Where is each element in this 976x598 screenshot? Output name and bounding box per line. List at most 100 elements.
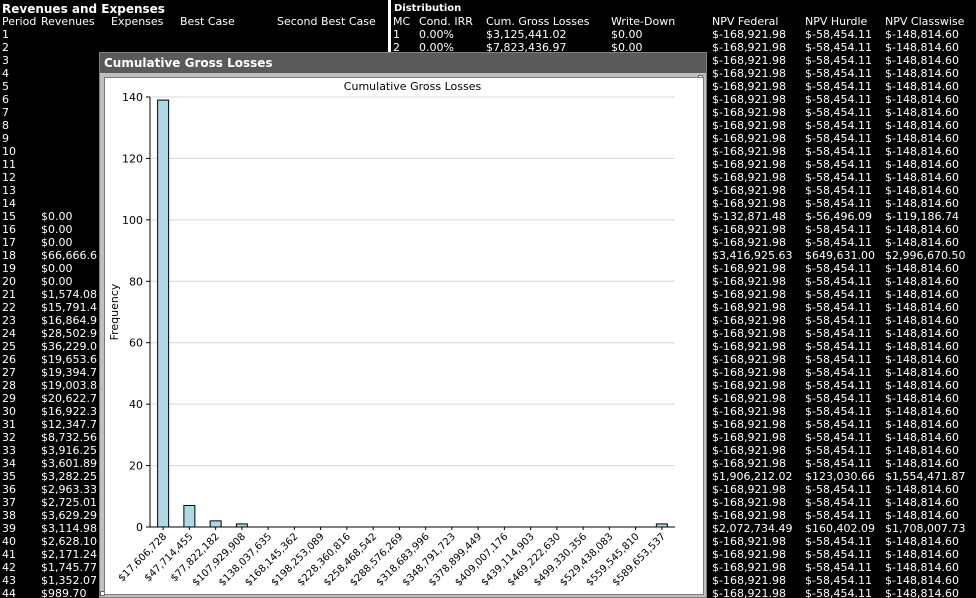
revenue-cell[interactable]: $19,003.8 <box>41 379 99 392</box>
cell-hur[interactable]: $649,631.00 <box>805 249 875 262</box>
period-cell[interactable]: 39 <box>2 522 16 535</box>
period-cell[interactable]: 2 <box>2 41 9 54</box>
cell-hur[interactable]: $-58,454.11 <box>805 574 872 587</box>
period-cell[interactable]: 43 <box>2 574 16 587</box>
cell-cls[interactable]: $-148,814.60 <box>885 444 959 457</box>
cell-hur[interactable]: $-58,454.11 <box>805 223 872 236</box>
cell-fed[interactable]: $-168,921.98 <box>712 366 786 379</box>
revenue-cell[interactable]: $0.00 <box>41 236 99 249</box>
period-cell[interactable]: 24 <box>2 327 16 340</box>
cell-hur[interactable]: $-58,454.11 <box>805 106 872 119</box>
cell-cls[interactable]: $-148,814.60 <box>885 431 959 444</box>
cell-cls[interactable]: $-148,814.60 <box>885 353 959 366</box>
cell-cls[interactable]: $-148,814.60 <box>885 119 959 132</box>
revenue-cell[interactable]: $2,725.01 <box>41 496 99 509</box>
cell-cls[interactable]: $-148,814.60 <box>885 132 959 145</box>
cell-hur[interactable]: $-58,454.11 <box>805 587 872 598</box>
cell-fed[interactable]: $-168,921.98 <box>712 132 786 145</box>
period-cell[interactable]: 6 <box>2 93 9 106</box>
cell-cls[interactable]: $-148,814.60 <box>885 548 959 561</box>
cell-fed[interactable]: $-168,921.98 <box>712 444 786 457</box>
period-cell[interactable]: 16 <box>2 223 16 236</box>
cell-hur[interactable]: $-58,454.11 <box>805 314 872 327</box>
cell-hur[interactable]: $-58,454.11 <box>805 483 872 496</box>
revenue-cell[interactable]: $12,347.7 <box>41 418 99 431</box>
cell-fed[interactable]: $-132,871.48 <box>712 210 786 223</box>
header-revenues[interactable]: Revenues <box>41 15 95 28</box>
cell-hur[interactable]: $-58,454.11 <box>805 158 872 171</box>
cell-hur[interactable]: $-58,454.11 <box>805 509 872 522</box>
cell-mc[interactable]: 1 <box>393 28 400 41</box>
header-write-down[interactable]: Write-Down <box>611 15 675 28</box>
header-best-case[interactable]: Best Case <box>180 15 235 28</box>
period-cell[interactable]: 19 <box>2 262 16 275</box>
period-cell[interactable]: 23 <box>2 314 16 327</box>
cell-cls[interactable]: $-148,814.60 <box>885 405 959 418</box>
cell-hur[interactable]: $-58,454.11 <box>805 418 872 431</box>
chart-window-titlebar[interactable]: Cumulative Gross Losses <box>100 53 706 73</box>
cell-hur[interactable]: $-58,454.11 <box>805 431 872 444</box>
cell-hur[interactable]: $-58,454.11 <box>805 405 872 418</box>
period-cell[interactable]: 22 <box>2 301 16 314</box>
cell-cls[interactable]: $-148,814.60 <box>885 145 959 158</box>
cell-cls[interactable]: $-148,814.60 <box>885 54 959 67</box>
cell-cls[interactable]: $-148,814.60 <box>885 171 959 184</box>
cell-hur[interactable]: $-58,454.11 <box>805 548 872 561</box>
cell-cls[interactable]: $-148,814.60 <box>885 457 959 470</box>
cell-fed[interactable]: $-168,921.98 <box>712 418 786 431</box>
cell-hur[interactable]: $-58,454.11 <box>805 236 872 249</box>
revenue-cell[interactable]: $3,916.25 <box>41 444 99 457</box>
period-cell[interactable]: 9 <box>2 132 9 145</box>
cell-cls[interactable]: $-148,814.60 <box>885 496 959 509</box>
revenue-cell[interactable]: $36,229.0 <box>41 340 99 353</box>
cell-cls[interactable]: $-148,814.60 <box>885 535 959 548</box>
chart-window[interactable]: Cumulative Gross Losses Cumulative Gross… <box>99 52 707 598</box>
cell-cls[interactable]: $-148,814.60 <box>885 197 959 210</box>
period-cell[interactable]: 32 <box>2 431 16 444</box>
cell-fed[interactable]: $-168,921.98 <box>712 223 786 236</box>
cell-cls[interactable]: $-148,814.60 <box>885 392 959 405</box>
cell-fed[interactable]: $-168,921.98 <box>712 353 786 366</box>
cell-fed[interactable]: $-168,921.98 <box>712 197 786 210</box>
cell-fed[interactable]: $-168,921.98 <box>712 314 786 327</box>
cell-fed[interactable]: $-168,921.98 <box>712 327 786 340</box>
cell-fed[interactable]: $-168,921.98 <box>712 41 786 54</box>
cell-cls[interactable]: $-148,814.60 <box>885 41 959 54</box>
cell-cls[interactable]: $-148,814.60 <box>885 93 959 106</box>
revenue-cell[interactable]: $1,352.07 <box>41 574 99 587</box>
period-cell[interactable]: 25 <box>2 340 16 353</box>
revenue-cell[interactable]: $20,622.7 <box>41 392 99 405</box>
revenue-cell[interactable]: $3,601.89 <box>41 457 99 470</box>
revenue-cell[interactable]: $2,963.33 <box>41 483 99 496</box>
cell-hur[interactable]: $-58,454.11 <box>805 561 872 574</box>
cell-fed[interactable]: $-168,921.98 <box>712 509 786 522</box>
revenue-cell[interactable]: $0.00 <box>41 223 99 236</box>
period-cell[interactable]: 12 <box>2 171 16 184</box>
period-cell[interactable]: 44 <box>2 587 16 598</box>
revenue-cell[interactable]: $16,922.3 <box>41 405 99 418</box>
period-cell[interactable]: 27 <box>2 366 16 379</box>
header-second-best-case[interactable]: Second Best Case <box>277 15 376 28</box>
cell-fed[interactable]: $1,906,212.02 <box>712 470 792 483</box>
period-cell[interactable]: 20 <box>2 275 16 288</box>
period-cell[interactable]: 1 <box>2 28 9 41</box>
cell-hur[interactable]: $-58,454.11 <box>805 41 872 54</box>
cell-hur[interactable]: $-58,454.11 <box>805 301 872 314</box>
cell-hur[interactable]: $-58,454.11 <box>805 275 872 288</box>
cell-fed[interactable]: $-168,921.98 <box>712 379 786 392</box>
cell-cls[interactable]: $-148,814.60 <box>885 236 959 249</box>
period-cell[interactable]: 37 <box>2 496 16 509</box>
cell-hur[interactable]: $-58,454.11 <box>805 340 872 353</box>
cell-cls[interactable]: $2,996,670.50 <box>885 249 965 262</box>
cell-cls[interactable]: $-148,814.60 <box>885 80 959 93</box>
period-cell[interactable]: 5 <box>2 80 9 93</box>
cell-hur[interactable]: $-58,454.11 <box>805 457 872 470</box>
cell-hur[interactable]: $-58,454.11 <box>805 327 872 340</box>
cell-cls[interactable]: $-148,814.60 <box>885 366 959 379</box>
revenue-cell[interactable]: $2,628.10 <box>41 535 99 548</box>
revenue-cell[interactable]: $0.00 <box>41 275 99 288</box>
revenue-cell[interactable]: $16,864.9 <box>41 314 99 327</box>
period-cell[interactable]: 26 <box>2 353 16 366</box>
period-cell[interactable]: 11 <box>2 158 16 171</box>
cell-fed[interactable]: $-168,921.98 <box>712 483 786 496</box>
